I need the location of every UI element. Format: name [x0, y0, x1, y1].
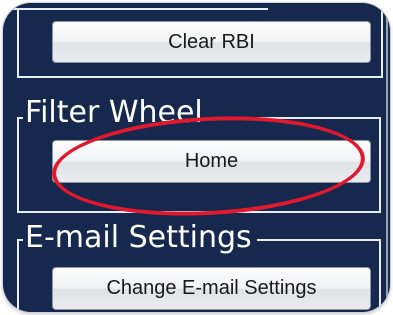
home-button[interactable]: Home	[52, 140, 371, 183]
group-divider-top	[3, 8, 268, 10]
group-border-left-top	[17, 8, 19, 76]
filter-wheel-group-bottom	[17, 211, 381, 213]
email-group-right	[379, 239, 381, 312]
group-divider-bottom	[17, 76, 383, 78]
filter-wheel-group-right	[379, 117, 381, 213]
email-settings-title: E-mail Settings	[23, 221, 257, 255]
group-border-right-top	[381, 3, 383, 78]
filter-wheel-title: Filter Wheel	[23, 96, 208, 130]
email-group-left	[17, 239, 19, 312]
settings-panel: Clear RBI Filter Wheel Home E-mail Setti…	[3, 3, 390, 312]
clear-rbi-button[interactable]: Clear RBI	[52, 21, 371, 63]
filter-wheel-group-left	[17, 117, 19, 213]
change-email-settings-button[interactable]: Change E-mail Settings	[52, 267, 371, 310]
panel-edge-right	[386, 3, 388, 312]
